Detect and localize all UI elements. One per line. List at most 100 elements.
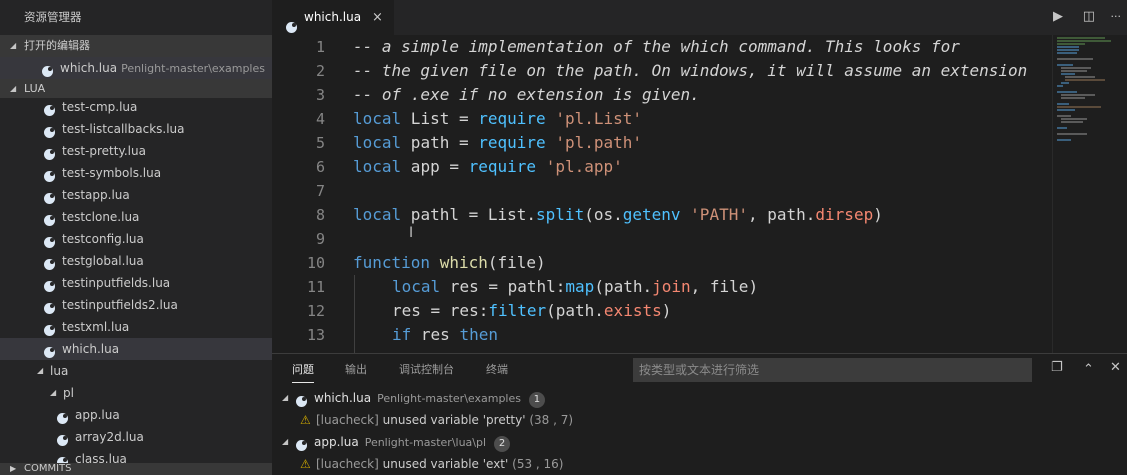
identifier: (path.	[594, 277, 653, 296]
folder-item-pl[interactable]: ◢ pl	[0, 382, 272, 404]
identifier: (os.	[584, 205, 623, 224]
code-editor[interactable]: 1 2 3 4 5 6 7 8 9 10 11 12 13 -- a simple implementa…	[272, 35, 1052, 353]
tab-terminal[interactable]: 终端	[486, 354, 508, 386]
close-icon[interactable]: ✕	[1110, 360, 1121, 375]
indent-guide	[354, 275, 355, 353]
keyword: local	[353, 157, 402, 176]
open-editors-header[interactable]: ◢ 打开的编辑器	[0, 35, 272, 57]
file-item[interactable]: test-symbols.lua	[0, 162, 272, 184]
file-item[interactable]: testglobal.lua	[0, 250, 272, 272]
problem-source: [luacheck]	[316, 457, 379, 471]
line-number-text: 7	[315, 182, 325, 200]
identifier: , path.	[747, 205, 816, 224]
chevron-down-icon: ◢	[282, 437, 289, 446]
code-line: if res then	[272, 323, 1052, 347]
tab-which-lua[interactable]: which.lua ×	[272, 0, 394, 35]
keyword: then	[459, 325, 498, 344]
folder-item-lua[interactable]: ◢ lua	[0, 360, 272, 382]
identifier: res = res:	[392, 301, 489, 320]
code-line: local app = require 'pl.app'	[272, 155, 1052, 179]
problem-group-which-lua[interactable]: ◢ which.lua Penlight-master\examples 1	[272, 387, 1127, 409]
file-label: testclone.lua	[62, 210, 140, 224]
code-line: function which(file)	[272, 251, 1052, 275]
line-number: 7	[272, 179, 332, 203]
identifier: app =	[401, 157, 469, 176]
property: dirsep	[815, 205, 874, 224]
code-line: -- of .exe if no extension is given.	[272, 83, 1052, 107]
file-item[interactable]: testclone.lua	[0, 206, 272, 228]
problems-filter-input[interactable]	[633, 358, 1032, 382]
file-label: app.lua	[75, 408, 120, 422]
explorer-sidebar: 资源管理器 ◢ 打开的编辑器 which.lua Penlight-master\…	[0, 0, 272, 475]
file-item[interactable]: testxml.lua	[0, 316, 272, 338]
open-editors-label: 打开的编辑器	[24, 39, 90, 52]
problem-location: (53 , 16)	[512, 457, 564, 471]
function-name: which	[439, 253, 488, 272]
close-icon[interactable]: ×	[372, 0, 383, 35]
file-label: test-listcallbacks.lua	[62, 122, 185, 136]
file-item[interactable]: testapp.lua	[0, 184, 272, 206]
problem-item[interactable]: ⚠ [luacheck] unused variable 'pretty' (3…	[272, 409, 1127, 431]
chevron-down-icon: ◢	[50, 388, 57, 397]
file-label: testapp.lua	[62, 188, 130, 202]
comment-text: -- a simple implementation of the which …	[353, 37, 960, 56]
line-number-text: 9	[315, 230, 325, 248]
more-actions-icon[interactable]: ···	[1111, 10, 1122, 23]
comment-text: -- of .exe if no extension is given.	[353, 85, 700, 104]
file-label: testglobal.lua	[62, 254, 144, 268]
problem-file-path: Penlight-master\examples	[377, 392, 521, 405]
file-item[interactable]: app.lua	[0, 404, 272, 426]
file-label: test-pretty.lua	[62, 144, 146, 158]
line-number: 9	[272, 227, 332, 251]
keyword: local	[353, 133, 402, 152]
parameters: (file)	[487, 253, 546, 272]
commits-header[interactable]: ▶ COMMITS	[0, 463, 272, 475]
file-item[interactable]: testconfig.lua	[0, 228, 272, 250]
keyword: function	[353, 253, 431, 272]
tab-bar: which.lua × ▶ ◫ ···	[272, 0, 1127, 35]
tab-output[interactable]: 输出	[345, 354, 367, 386]
function-call: filter	[488, 301, 547, 320]
file-item[interactable]: testinputfields.lua	[0, 272, 272, 294]
file-item[interactable]: array2d.lua	[0, 426, 272, 448]
run-icon[interactable]: ▶	[1053, 9, 1063, 24]
problem-text: [luacheck] unused variable 'pretty' (38 …	[316, 409, 573, 431]
code-line: local pathl = List.split(os.getenv 'PATH…	[272, 203, 1052, 227]
problem-group-app-lua[interactable]: ◢ app.lua Penlight-master\lua\pl 2	[272, 431, 1127, 453]
string-literal: 'pl.app'	[545, 157, 623, 176]
function-call: split	[536, 205, 585, 224]
open-editor-item[interactable]: which.lua Penlight-master\examples	[0, 57, 272, 79]
problem-file-path: Penlight-master\lua\pl	[364, 436, 487, 449]
function-call: getenv	[622, 205, 681, 224]
code-line: -- a simple implementation of the which …	[272, 35, 1052, 59]
chevron-down-icon: ◢	[37, 366, 44, 375]
minimap[interactable]	[1052, 35, 1127, 353]
problem-group-label: which.lua Penlight-master\examples 1	[314, 387, 545, 410]
identifier: , file)	[690, 277, 759, 296]
file-item[interactable]: which.lua	[0, 338, 272, 360]
chevron-up-icon[interactable]: ⌃	[1083, 362, 1094, 377]
file-item[interactable]: test-listcallbacks.lua	[0, 118, 272, 140]
file-item[interactable]: test-pretty.lua	[0, 140, 272, 162]
warning-icon: ⚠	[300, 457, 311, 471]
chevron-down-icon: ◢	[282, 393, 289, 402]
identifier: List =	[401, 109, 479, 128]
file-item[interactable]: testinputfields2.lua	[0, 294, 272, 316]
open-editor-filename: which.lua	[60, 61, 118, 75]
code-line: local List = require 'pl.List'	[272, 107, 1052, 131]
tab-debug-console[interactable]: 调试控制台	[399, 354, 454, 386]
file-item[interactable]: test-cmp.lua	[0, 96, 272, 118]
file-label: array2d.lua	[75, 430, 144, 444]
problem-file-name: which.lua	[314, 391, 372, 405]
problem-item[interactable]: ⚠ [luacheck] unused variable 'ext' (53 ,…	[272, 453, 1127, 475]
split-editor-icon[interactable]: ◫	[1083, 9, 1095, 24]
file-label: testinputfields2.lua	[62, 298, 178, 312]
sidebar-title: 资源管理器	[24, 10, 82, 24]
text-cursor-icon: I	[409, 225, 414, 241]
problem-message: unused variable 'pretty'	[382, 413, 526, 427]
collapse-all-icon[interactable]: ❐	[1051, 360, 1063, 375]
function-call: map	[565, 277, 595, 296]
file-label: testinputfields.lua	[62, 276, 171, 290]
tab-problems[interactable]: 问题	[292, 354, 314, 386]
file-label: which.lua	[62, 342, 120, 356]
